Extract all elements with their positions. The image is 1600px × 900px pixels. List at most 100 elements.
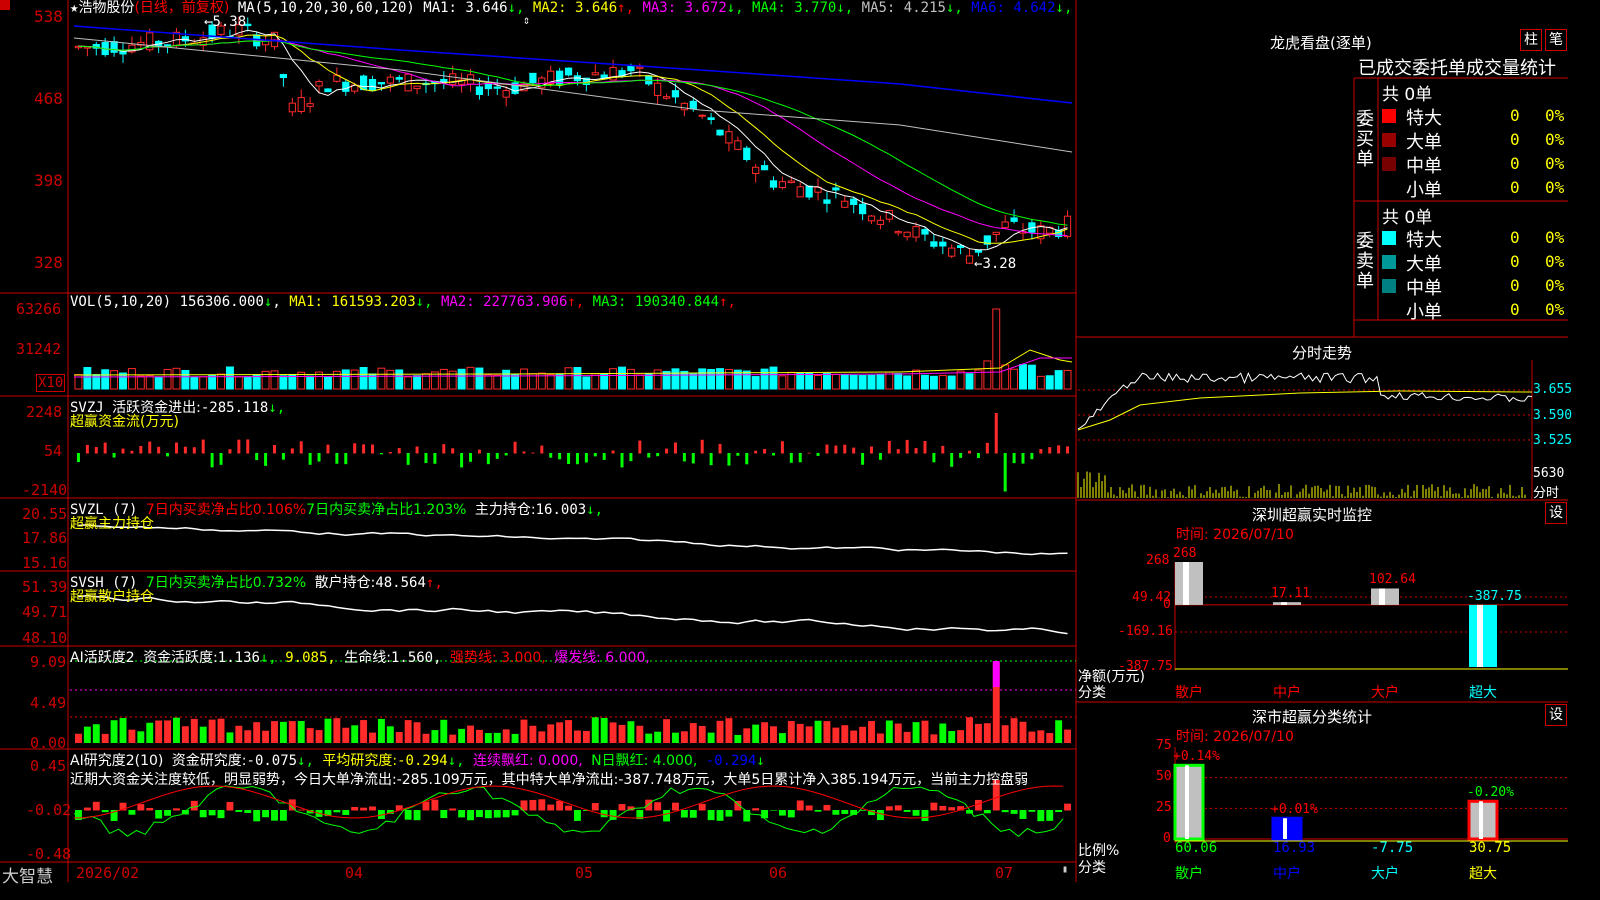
ai-val2: 9.085, xyxy=(285,650,336,666)
volume-bar xyxy=(350,369,359,390)
svzj-bar xyxy=(611,450,615,454)
svzj-bar xyxy=(379,453,383,455)
stock-name[interactable]: 浩物股份 xyxy=(78,0,134,16)
candle-body xyxy=(805,185,813,198)
sell-row-label-0: 特大 xyxy=(1406,230,1442,251)
svzj-bar xyxy=(798,453,802,463)
vol-ma-value-1: 227763.906 xyxy=(474,294,568,310)
x-label-3: 06 xyxy=(769,864,788,882)
class-settings-button[interactable]: 设 xyxy=(1545,704,1567,726)
y-tick-vol-1: 31242 xyxy=(16,340,62,358)
ai-active-bar xyxy=(511,733,519,743)
svzj-bar xyxy=(673,442,677,454)
y-tick-svzl-2: 15.16 xyxy=(22,554,68,572)
volume-bar xyxy=(270,370,279,390)
ai-research-bar xyxy=(413,810,421,821)
ai-research-bar xyxy=(440,810,448,819)
svzj-bar xyxy=(495,453,499,459)
candle-body xyxy=(377,82,386,85)
ai-research-bar xyxy=(475,810,483,818)
candle-body xyxy=(965,255,974,264)
volume-bar xyxy=(903,375,912,390)
ai-research-bar xyxy=(672,802,679,811)
ma-value-4: 4.215 xyxy=(895,0,946,16)
svzj-bar xyxy=(852,447,856,454)
ai-active-bar xyxy=(431,730,439,743)
candle-body xyxy=(832,187,840,191)
ai-research-bar xyxy=(404,810,412,820)
volume-bar xyxy=(858,375,867,390)
ai-res-r-value: -0.075 xyxy=(246,753,298,769)
lock-icon[interactable]: ▮ xyxy=(1062,864,1068,875)
vol-ma-values: MA1: 161593.203↓, MA2: 227763.906↑, MA3:… xyxy=(289,294,736,310)
ai-active-bar xyxy=(217,718,225,743)
ai-research-bar xyxy=(244,810,252,813)
ai-active-bar xyxy=(342,727,350,743)
svzj-bar xyxy=(335,453,339,464)
class-cat-label: 分类 xyxy=(1078,860,1106,876)
ma-value-3: 3.770 xyxy=(785,0,837,16)
volume-bar xyxy=(306,375,315,390)
ai-active-bar xyxy=(716,720,724,743)
volume-bar xyxy=(849,374,858,390)
volume-bar xyxy=(457,368,466,390)
volume-bar xyxy=(635,374,644,390)
volume-bar xyxy=(609,368,618,390)
buy-row-count-3: 0 xyxy=(1510,178,1520,197)
volume-bar xyxy=(172,367,181,390)
ai-active-bar xyxy=(957,730,965,743)
ai-research-bar xyxy=(128,810,136,815)
candle-body xyxy=(475,86,484,95)
buy-total: 共 0单 xyxy=(1382,85,1433,105)
candle-body xyxy=(636,66,644,69)
sell-row-count-0: 0 xyxy=(1510,228,1520,247)
brand-logo: 大智慧 xyxy=(2,867,53,887)
svzj-bar xyxy=(148,441,152,454)
ai-active-bar xyxy=(315,730,323,743)
ma-value-0: 3.646 xyxy=(456,0,508,16)
lhb-title: 龙虎看盘(逐单) xyxy=(1270,34,1372,52)
volume-bar xyxy=(618,366,626,390)
intraday-tick-2: 3.525 xyxy=(1533,433,1573,448)
svzj-bar xyxy=(771,453,775,456)
class-cat-2: 大户 xyxy=(1371,866,1399,882)
sell-row-pct-3: 0% xyxy=(1545,300,1565,319)
volume-bar xyxy=(600,373,609,390)
tab-bar[interactable]: 柱 xyxy=(1520,29,1542,51)
svzj-bar xyxy=(994,413,998,454)
volume-bar xyxy=(1045,375,1054,390)
vol-ma-value-0: 161593.203 xyxy=(322,294,416,310)
monitor-settings-button[interactable]: 设 xyxy=(1545,502,1567,524)
volume-bar xyxy=(831,373,840,390)
ai-research-bar xyxy=(876,810,884,821)
ai-research-bar xyxy=(226,801,234,811)
candle-body xyxy=(850,198,858,205)
y-tick-main-0: 538 xyxy=(34,7,63,26)
class-time: 时间: 2026/07/10 xyxy=(1176,729,1294,745)
ai-research-bar xyxy=(449,808,457,811)
volume-bar xyxy=(885,371,894,390)
ai-research-bar xyxy=(83,807,91,811)
ai-research-bar xyxy=(823,804,831,811)
y-tick-svzj-0: 2248 xyxy=(26,403,63,421)
svzj-bar xyxy=(549,453,553,458)
ai-active-bar xyxy=(324,718,332,743)
sell-total: 共 0单 xyxy=(1382,208,1433,228)
tab-tick[interactable]: 笔 xyxy=(1545,29,1567,51)
class-y-0: 75 xyxy=(1156,738,1172,753)
ai-active-bar xyxy=(591,717,599,743)
ai-research-bar xyxy=(199,810,207,818)
svzj-bar xyxy=(94,447,98,454)
ai-active-bar xyxy=(155,720,163,743)
svzj-bar xyxy=(112,453,116,458)
volume-bar xyxy=(225,366,234,390)
svzj-bar xyxy=(442,444,446,454)
svzj-bar xyxy=(780,441,784,454)
class-value-3: 30.75 xyxy=(1469,840,1512,856)
ai-active-bars xyxy=(70,660,1076,743)
ai-active-bar xyxy=(351,725,359,743)
ai-active-bar xyxy=(235,725,243,743)
move-icon[interactable]: ⇕ xyxy=(523,13,530,27)
volume-bar xyxy=(520,368,528,390)
svzj-bar xyxy=(896,449,900,454)
